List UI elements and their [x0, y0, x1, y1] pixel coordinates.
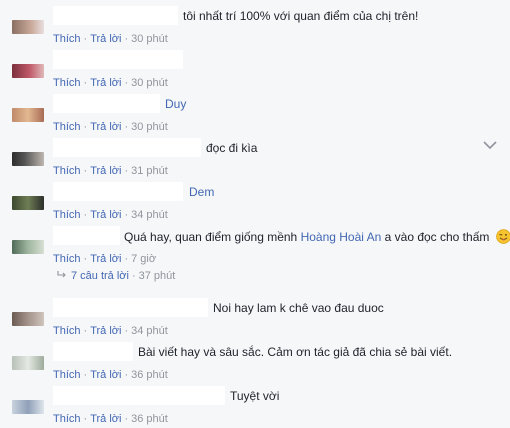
- like-link[interactable]: Thích: [53, 165, 81, 177]
- avatar[interactable]: [12, 64, 44, 78]
- comment-time: 36 phút: [131, 369, 168, 381]
- commenter-name-redacted: [53, 94, 160, 113]
- tongue-wink-emoji: [495, 229, 510, 244]
- avatar[interactable]: [12, 152, 44, 166]
- like-link[interactable]: Thích: [53, 77, 81, 89]
- commenter-name-redacted: [53, 6, 178, 25]
- like-link[interactable]: Thích: [53, 253, 81, 265]
- comment-text: Bài viết hay và sâu sắc. Cảm ơn tác giả …: [138, 345, 453, 359]
- comment-text: tôi nhất trí 100% với quan điểm của chị …: [183, 9, 419, 23]
- comment-actions: Thích · Trả lời · 30 phút: [53, 33, 168, 45]
- commenter-name-redacted: [53, 386, 225, 405]
- like-link[interactable]: Thích: [53, 121, 81, 133]
- commenter-name-redacted: [53, 50, 183, 69]
- comment-actions: Thích · Trả lời · 7 giờ: [53, 253, 157, 265]
- comment-text: Tuyệt vời: [230, 389, 280, 403]
- reply-link[interactable]: Trả lời: [90, 121, 121, 133]
- comment-actions: Thích · Trả lời · 34 phút: [53, 209, 168, 221]
- comment-time: 34 phút: [131, 209, 168, 221]
- comment-text[interactable]: Duy: [165, 97, 186, 111]
- reply-link[interactable]: Trả lời: [90, 413, 121, 425]
- comment-text: Quá hay, quan điểm giống mềnh Hoàng Hoài…: [124, 229, 510, 244]
- comment-time: 7 giờ: [131, 253, 157, 265]
- chevron-down-icon[interactable]: [483, 140, 497, 150]
- replies-count[interactable]: 7 câu trả lời: [71, 270, 129, 282]
- comment-time: 34 phút: [131, 325, 168, 337]
- comment-time: 30 phút: [131, 77, 168, 89]
- replies-time: 37 phút: [138, 270, 176, 282]
- commenter-name-redacted: [53, 226, 120, 245]
- comment-text[interactable]: Dem: [189, 185, 214, 199]
- comment-time: 31 phút: [131, 165, 168, 177]
- view-replies-link[interactable]: 7 câu trả lời · 37 phút: [57, 270, 175, 282]
- like-link[interactable]: Thích: [53, 33, 81, 45]
- like-link[interactable]: Thích: [53, 413, 81, 425]
- reply-link[interactable]: Trả lời: [90, 77, 121, 89]
- comment-actions: Thích · Trả lời · 36 phút: [53, 413, 168, 425]
- reply-link[interactable]: Trả lời: [90, 209, 121, 221]
- like-link[interactable]: Thích: [53, 209, 81, 221]
- avatar[interactable]: [12, 312, 44, 326]
- avatar[interactable]: [12, 356, 44, 370]
- reply-arrow-icon: [57, 271, 66, 278]
- comment-text: đọc đi kìa: [206, 141, 258, 155]
- comment-actions: Thích · Trả lời · 31 phút: [53, 165, 168, 177]
- avatar[interactable]: [12, 20, 44, 34]
- comment-actions: Thích · Trả lời · 30 phút: [53, 121, 168, 133]
- commenter-name-redacted: [53, 182, 183, 201]
- comment-time: 30 phút: [131, 33, 168, 45]
- commenter-name-redacted: [53, 298, 208, 317]
- avatar[interactable]: [12, 240, 44, 254]
- mention-link[interactable]: Hoàng Hoài An: [301, 230, 382, 244]
- comment-time: 36 phút: [131, 413, 168, 425]
- reply-link[interactable]: Trả lời: [90, 369, 121, 381]
- reply-link[interactable]: Trả lời: [90, 33, 121, 45]
- like-link[interactable]: Thích: [53, 325, 81, 337]
- commenter-name-redacted: [53, 138, 201, 157]
- avatar[interactable]: [12, 196, 44, 210]
- commenter-name-redacted: [53, 342, 133, 361]
- reply-link[interactable]: Trả lời: [90, 253, 121, 265]
- avatar[interactable]: [12, 400, 44, 414]
- reply-link[interactable]: Trả lời: [90, 325, 121, 337]
- like-link[interactable]: Thích: [53, 369, 81, 381]
- comment-actions: Thích · Trả lời · 30 phút: [53, 77, 168, 89]
- comment-actions: Thích · Trả lời · 36 phút: [53, 369, 168, 381]
- comment-text: Noi hay lam k chê vao đau duoc: [213, 301, 384, 315]
- comment-actions: Thích · Trả lời · 34 phút: [53, 325, 168, 337]
- reply-link[interactable]: Trả lời: [90, 165, 121, 177]
- comment-time: 30 phút: [131, 121, 168, 133]
- avatar[interactable]: [12, 108, 44, 122]
